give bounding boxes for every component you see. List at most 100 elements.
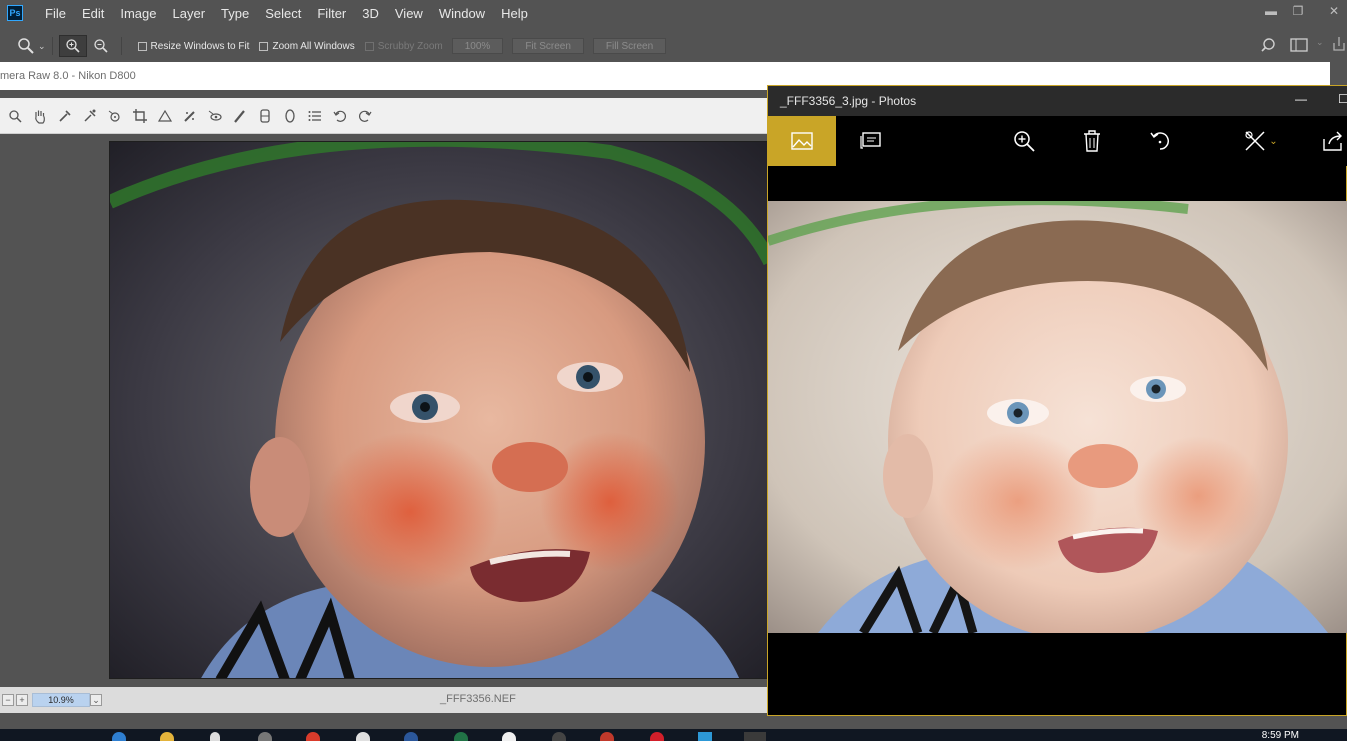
checkbox-box[interactable] xyxy=(137,41,147,51)
fill-screen-button[interactable]: Fill Screen xyxy=(592,38,667,54)
chevron-down-icon: ⌄ xyxy=(1269,135,1278,147)
photos-title: _FFF3356_3.jpg - Photos xyxy=(780,94,917,108)
camera-raw-statusbar: − + 10.9% ⌄ _FFF3356.NEF xyxy=(0,687,768,713)
edit-tools-icon xyxy=(1245,131,1265,151)
taskbar-clock[interactable]: 8:59 PM xyxy=(1262,730,1299,741)
checkbox-box[interactable] xyxy=(364,41,374,51)
photos-maximize-button[interactable]: ☐ xyxy=(1338,92,1347,106)
resize-windows-label: Resize Windows to Fit xyxy=(150,40,250,52)
zoom-100-button[interactable]: 100% xyxy=(451,38,504,54)
color-sampler-tool-icon[interactable] xyxy=(77,105,102,127)
edit-button[interactable]: ⌄ xyxy=(1236,116,1286,166)
menu-edit[interactable]: Edit xyxy=(74,6,112,21)
camera-raw-toolbar xyxy=(0,98,768,134)
preferences-list-icon[interactable] xyxy=(302,105,327,127)
red-eye-tool-icon[interactable] xyxy=(202,105,227,127)
app-icon[interactable] xyxy=(650,732,664,741)
menu-3d[interactable]: 3D xyxy=(354,6,387,21)
menu-layer[interactable]: Layer xyxy=(165,6,214,21)
photoshop-taskbar-icon[interactable] xyxy=(698,732,712,741)
chevron-down-icon[interactable]: ⌄ xyxy=(90,694,102,706)
divider xyxy=(120,37,122,55)
rotate-left-icon[interactable] xyxy=(327,105,352,127)
zoom-out-icon[interactable] xyxy=(87,35,115,57)
menu-help[interactable]: Help xyxy=(493,6,536,21)
straighten-tool-icon[interactable] xyxy=(152,105,177,127)
word-icon[interactable] xyxy=(404,732,418,741)
trash-icon xyxy=(1084,130,1100,152)
crop-tool-icon[interactable] xyxy=(127,105,152,127)
rotate-button[interactable] xyxy=(1135,116,1185,166)
zoom-tool-icon[interactable] xyxy=(12,35,40,57)
ps-close-button[interactable]: ✕ xyxy=(1324,4,1344,18)
photos-toolbar: ⌄ xyxy=(768,116,1347,166)
camera-raw-filename: _FFF3356.NEF xyxy=(440,693,516,705)
photos-titlebar: _FFF3356_3.jpg - Photos — ☐ xyxy=(768,86,1347,116)
chrome-icon[interactable] xyxy=(356,732,370,741)
image-icon xyxy=(791,132,813,150)
excel-icon[interactable] xyxy=(454,732,468,741)
maps-icon[interactable] xyxy=(210,732,220,741)
app-icon[interactable] xyxy=(306,732,320,741)
zoom-in-icon[interactable] xyxy=(58,35,87,57)
app-icon[interactable] xyxy=(552,732,566,741)
camera-raw-title: mera Raw 8.0 - Nikon D800 xyxy=(0,70,136,82)
view-image-button[interactable] xyxy=(768,116,836,166)
chevron-down-icon[interactable]: ⌄ xyxy=(38,41,46,52)
edge-icon[interactable] xyxy=(112,732,126,741)
app-icon[interactable] xyxy=(258,732,272,741)
divider xyxy=(51,37,53,55)
app-icon[interactable] xyxy=(502,732,516,741)
options-bar: ⌄ Resize Windows to Fit Zoom All Windows… xyxy=(0,33,1347,59)
zoom-all-windows-label: Zoom All Windows xyxy=(272,40,355,52)
share-button[interactable] xyxy=(1308,116,1347,166)
zoom-out-button[interactable]: − xyxy=(2,694,14,706)
zoom-in-icon xyxy=(1014,131,1035,152)
menu-view[interactable]: View xyxy=(387,6,431,21)
app-icon[interactable] xyxy=(600,732,614,741)
fit-screen-button[interactable]: Fit Screen xyxy=(512,38,584,54)
graduated-filter-icon[interactable] xyxy=(252,105,277,127)
checkbox-box[interactable] xyxy=(259,41,269,51)
menu-select[interactable]: Select xyxy=(257,6,309,21)
desktop: Ps File Edit Image Layer Type Select Fil… xyxy=(0,0,1347,741)
photos-taskbar-icon[interactable] xyxy=(744,732,766,741)
zoom-level-field[interactable]: 10.9% xyxy=(32,693,90,707)
zoom-button[interactable] xyxy=(999,116,1049,166)
share-icon[interactable] xyxy=(1332,36,1346,55)
resize-windows-checkbox[interactable]: Resize Windows to Fit xyxy=(137,40,250,52)
zoom-in-button[interactable]: + xyxy=(16,694,28,706)
white-balance-tool-icon[interactable] xyxy=(52,105,77,127)
delete-button[interactable] xyxy=(1067,116,1117,166)
file-explorer-icon[interactable] xyxy=(160,732,174,741)
rotate-icon xyxy=(1150,132,1169,150)
slideshow-button[interactable] xyxy=(846,116,896,166)
photos-app-window: _FFF3356_3.jpg - Photos — ☐ ⌄ xyxy=(767,85,1347,716)
photos-minimize-button[interactable]: — xyxy=(1295,92,1307,106)
search-icon[interactable] xyxy=(1260,37,1276,56)
ps-minimize-button[interactable]: ▬ xyxy=(1261,4,1281,18)
ps-restore-button[interactable]: ❐ xyxy=(1288,4,1308,18)
zoom-tool-icon[interactable] xyxy=(2,105,27,127)
menu-file[interactable]: File xyxy=(37,6,74,21)
menu-filter[interactable]: Filter xyxy=(309,6,354,21)
share-icon xyxy=(1323,131,1342,151)
menu-image[interactable]: Image xyxy=(112,6,164,21)
targeted-adjustment-tool-icon[interactable] xyxy=(102,105,127,127)
radial-filter-icon[interactable] xyxy=(277,105,302,127)
chevron-down-icon[interactable]: ⌄ xyxy=(1316,37,1324,48)
photos-image[interactable] xyxy=(768,201,1347,633)
spot-removal-tool-icon[interactable] xyxy=(177,105,202,127)
camera-raw-window: mera Raw 8.0 - Nikon D800 − + 10.9% ⌄ _F… xyxy=(0,62,1330,729)
windows-taskbar: 8:59 PM xyxy=(0,729,1347,741)
workspace-icon[interactable] xyxy=(1290,38,1308,55)
rotate-right-icon[interactable] xyxy=(352,105,377,127)
scrubby-zoom-checkbox[interactable]: Scrubby Zoom xyxy=(364,41,443,52)
adjustment-brush-icon[interactable] xyxy=(227,105,252,127)
menu-type[interactable]: Type xyxy=(213,6,257,21)
slideshow-icon xyxy=(860,132,881,149)
zoom-all-windows-checkbox[interactable]: Zoom All Windows xyxy=(259,40,355,52)
hand-tool-icon[interactable] xyxy=(27,105,52,127)
menu-window[interactable]: Window xyxy=(431,6,493,21)
camera-raw-preview-image[interactable] xyxy=(109,141,769,679)
